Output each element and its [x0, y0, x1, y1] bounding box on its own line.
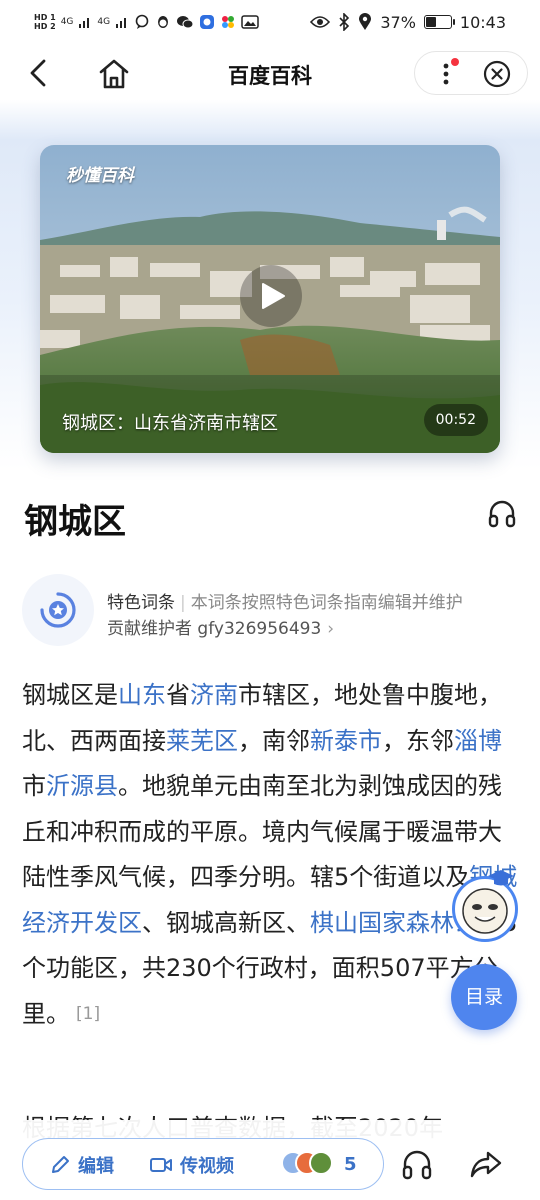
- status-bar: HD 1 HD 2 4G 4G 37% 10:43: [0, 0, 540, 44]
- entry-summary: 钢城区是山东省济南市辖区，地处鲁中腹地，北、西两面接莱芜区，南邻新泰市，东邻淄博…: [22, 673, 522, 1037]
- chevron-right-icon: ›: [327, 619, 335, 639]
- summary-text: 钢城区是: [22, 681, 118, 709]
- bluetooth-icon: [339, 13, 350, 31]
- link-xintai[interactable]: 新泰市: [310, 727, 382, 755]
- signal-bars-icon: [116, 18, 127, 28]
- featured-info: 特色词条 | 本词条按照特色词条指南编辑并维护: [107, 593, 463, 613]
- listen-icon[interactable]: [400, 1148, 434, 1182]
- battery-percent: 37%: [380, 12, 416, 32]
- app-icon: [200, 15, 215, 29]
- video-caption: 钢城区：山东省济南市辖区: [62, 413, 278, 434]
- edit-label: 编辑: [78, 1156, 114, 1177]
- message-app-icon: [135, 14, 149, 29]
- maintainer-link[interactable]: 贡献维护者 gfy326956493 ›: [107, 614, 334, 639]
- upload-video-button[interactable]: 传视频: [149, 1152, 234, 1178]
- hd2-label: HD 2: [34, 22, 56, 31]
- citation-link[interactable]: [1]: [76, 1004, 100, 1024]
- play-button[interactable]: [240, 265, 302, 327]
- toc-button[interactable]: 目录: [451, 964, 517, 1030]
- signal-bars-icon: [79, 18, 90, 28]
- featured-badge: [22, 574, 94, 646]
- location-icon: [359, 13, 372, 30]
- hd1-label: HD 1: [34, 13, 56, 22]
- gallery-icon: [241, 15, 259, 29]
- summary-text: ，南邻: [238, 726, 310, 755]
- share-icon[interactable]: [468, 1146, 504, 1182]
- close-icon[interactable]: [483, 60, 511, 88]
- headphones-icon[interactable]: [486, 498, 518, 530]
- video-duration: 00:52: [423, 404, 488, 436]
- upload-video-label: 传视频: [180, 1156, 234, 1177]
- entry-title: 钢城区: [24, 502, 126, 542]
- link-laiwu[interactable]: 莱芜区: [166, 727, 238, 755]
- link-zibo[interactable]: 淄博: [454, 727, 502, 755]
- play-icon: [262, 283, 285, 309]
- signal1-label: 4G: [60, 17, 74, 27]
- video-camera-icon: [150, 1158, 172, 1172]
- status-left: HD 1 HD 2 4G 4G: [34, 13, 259, 31]
- featured-label: 特色词条: [107, 593, 175, 613]
- summary-text: 市: [22, 772, 46, 800]
- featured-note: 本词条按照特色词条指南编辑并维护: [190, 593, 463, 613]
- app-grid-icon: [222, 16, 235, 28]
- contributor-avatars: [281, 1151, 337, 1177]
- summary-text: 省: [166, 681, 190, 709]
- battery-icon: [423, 15, 455, 29]
- action-pill: 编辑 传视频 5: [22, 1138, 384, 1190]
- nav-bar: 百度百科: [0, 44, 540, 102]
- link-jinan[interactable]: 济南: [190, 681, 238, 709]
- mini-app-capsule: [414, 51, 528, 95]
- link-shandong[interactable]: 山东: [118, 681, 166, 709]
- contributors-button[interactable]: 5: [281, 1151, 357, 1177]
- video-logo: 秒懂百科: [66, 166, 134, 186]
- pencil-icon: [52, 1156, 69, 1173]
- hd-indicators: HD 1 HD 2: [34, 13, 56, 31]
- status-right: 37% 10:43: [310, 13, 506, 32]
- signal2-label: 4G: [97, 17, 111, 27]
- link-yiyuan[interactable]: 沂源县: [46, 772, 118, 800]
- maintainer-name: gfy326956493: [197, 619, 322, 639]
- graduation-cap-icon: [488, 870, 514, 886]
- contributors-count: 5: [344, 1153, 357, 1175]
- qq-icon: [158, 16, 169, 28]
- edit-button[interactable]: 编辑: [49, 1152, 114, 1178]
- wechat-icon: [177, 16, 194, 29]
- mascot-face-icon: [462, 888, 508, 934]
- summary-text: ，东邻: [382, 726, 454, 755]
- clock: 10:43: [459, 12, 506, 32]
- eye-icon: [310, 16, 331, 28]
- video-player[interactable]: 秒懂百科 钢城区：山东省济南市辖区 00:52: [40, 145, 500, 453]
- featured-star-icon: [40, 592, 76, 628]
- notification-dot: [451, 58, 459, 66]
- maintainer-prefix: 贡献维护者: [107, 619, 192, 639]
- summary-text: 、钢城高新区、: [142, 908, 310, 937]
